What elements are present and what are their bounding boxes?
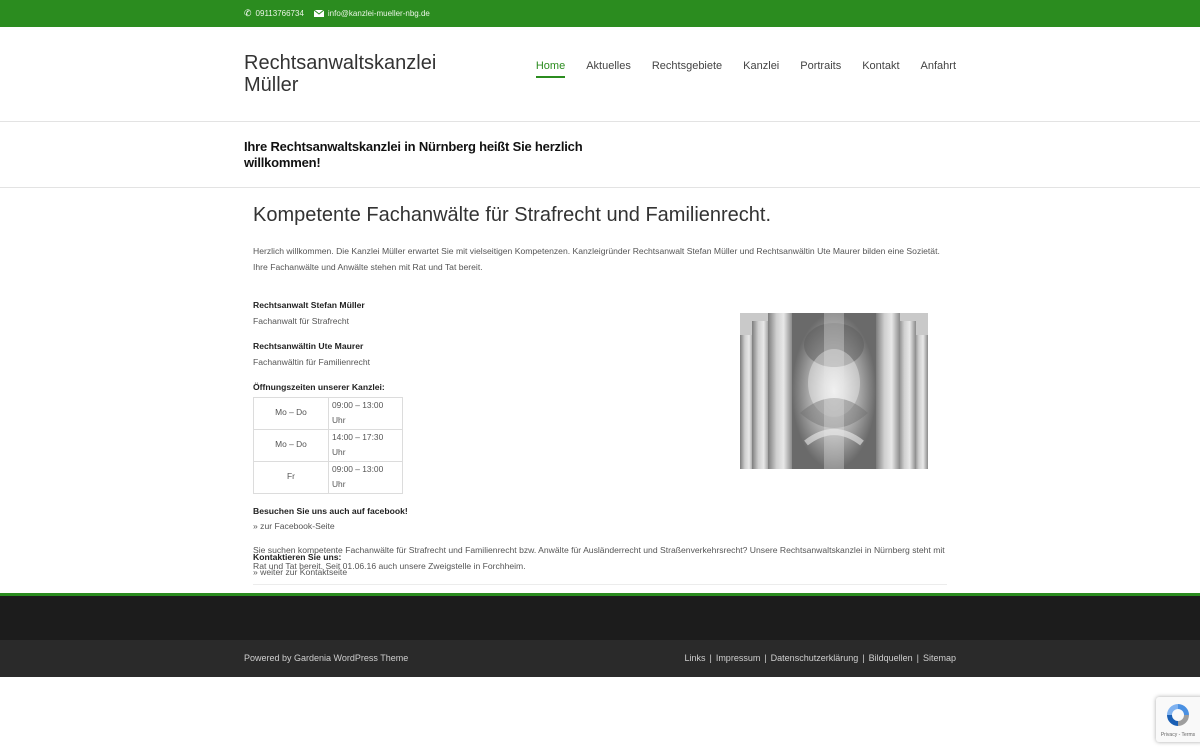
lawyer-1-name: Rechtsanwalt Stefan Müller [253,300,365,310]
envelope-icon [313,9,325,19]
nav-item-portraits[interactable]: Portraits [800,60,841,78]
footer-link-links[interactable]: Links [684,653,705,663]
facebook-heading: Besuchen Sie uns auch auf facebook! [253,505,408,516]
footer-link-impressum[interactable]: Impressum [716,653,761,663]
hours-day: Mo – Do [253,396,329,430]
hours-time: 09:00 – 13:00 Uhr [328,460,403,494]
lawyer-2: Rechtsanwältin Ute Maurer Fachanwältin f… [253,339,553,370]
nav-item-aktuelles[interactable]: Aktuelles [586,60,631,78]
page-heading: Ihre Rechtsanwaltskanzlei in Nürnberg he… [244,139,583,170]
opening-hours: Öffnungszeiten unserer Kanzlei: Mo – Do … [253,380,553,494]
phone-info[interactable]: ✆ 09113766734 [244,8,304,19]
hours-heading: Öffnungszeiten unserer Kanzlei: [253,382,385,392]
intro-text: Herzlich willkommen. Die Kanzlei Müller … [253,246,940,272]
nav-item-anfahrt[interactable]: Anfahrt [921,60,956,78]
facebook-link[interactable]: » zur Facebook-Seite [253,519,553,535]
nav-item-home[interactable]: Home [535,60,566,78]
email-info[interactable]: info@kanzlei-mueller-nbg.de [313,9,430,19]
content-columns: Rechtsanwalt Stefan Müller Fachanwalt fü… [253,298,947,577]
table-row: Mo – Do 09:00 – 13:00 Uhr [253,396,403,430]
powered-by[interactable]: Powered by Gardenia WordPress Theme [244,653,408,663]
site-header: Rechtsanwaltskanzlei Müller Home Aktuell… [0,27,1200,122]
hours-day: Fr [253,460,329,494]
info-column: Rechtsanwalt Stefan Müller Fachanwalt fü… [253,298,553,591]
table-row: Mo – Do 14:00 – 17:30 Uhr [253,428,403,462]
lawyer-1-title: Fachanwalt für Strafrecht [253,315,350,326]
recaptcha-badge[interactable]: Privacy - Terms [1156,697,1200,742]
top-bar: ✆ 09113766734 info@kanzlei-mueller-nbg.d… [0,0,1200,27]
facebook-block: Besuchen Sie uns auch auf facebook! » zu… [253,504,553,535]
hours-time: 09:00 – 13:00 Uhr [328,396,403,430]
phone-icon: ✆ [244,8,252,18]
footer-link-bildquellen[interactable]: Bildquellen [869,653,913,663]
page-heading-band: Ihre Rechtsanwaltskanzlei in Nürnberg he… [0,122,1200,188]
table-row: Fr 09:00 – 13:00 Uhr [253,460,403,494]
content-title: Kompetente Fachanwälte für Strafrecht un… [253,204,772,226]
main-navigation: Home Aktuelles Rechtsgebiete Kanzlei Por… [535,60,956,78]
nav-item-rechtsgebiete[interactable]: Rechtsgebiete [652,60,722,78]
nav-item-kontakt[interactable]: Kontakt [862,60,899,78]
lawyer-2-name: Rechtsanwältin Ute Maurer [253,341,364,351]
contact-heading: Kontaktieren Sie uns: [253,551,342,562]
lawyer-1: Rechtsanwalt Stefan Müller Fachanwalt fü… [253,298,553,329]
recaptcha-icon [1167,704,1189,726]
contact-block: Kontaktieren Sie uns: » weiter zur Konta… [253,550,553,581]
footer-link-sitemap[interactable]: Sitemap [923,653,956,663]
email-address[interactable]: info@kanzlei-mueller-nbg.de [328,9,430,18]
main-content: Kompetente Fachanwälte für Strafrecht un… [253,188,947,585]
footer-link-datenschutz[interactable]: Datenschutzerklärung [771,653,859,663]
phone-number[interactable]: 09113766734 [256,9,304,18]
nav-item-kanzlei[interactable]: Kanzlei [743,60,779,78]
hours-time: 14:00 – 17:30 Uhr [328,428,403,462]
hours-day: Mo – Do [253,428,329,462]
recaptcha-caption[interactable]: Privacy - Terms [1156,732,1200,738]
footer-links: Links | Impressum | Datenschutzerklärung | … [684,653,956,663]
courthouse-image [740,313,928,469]
lawyer-2-title: Fachanwältin für Familienrecht [253,356,371,367]
footer-widgets [0,593,1200,640]
footer-bar: Powered by Gardenia WordPress Theme Link… [0,640,1200,677]
contact-link[interactable]: » weiter zur Kontaktseite [253,565,553,581]
site-title[interactable]: Rechtsanwaltskanzlei Müller [244,52,464,96]
hours-table: Mo – Do 09:00 – 13:00 Uhr Mo – Do 14:00 … [253,396,403,494]
